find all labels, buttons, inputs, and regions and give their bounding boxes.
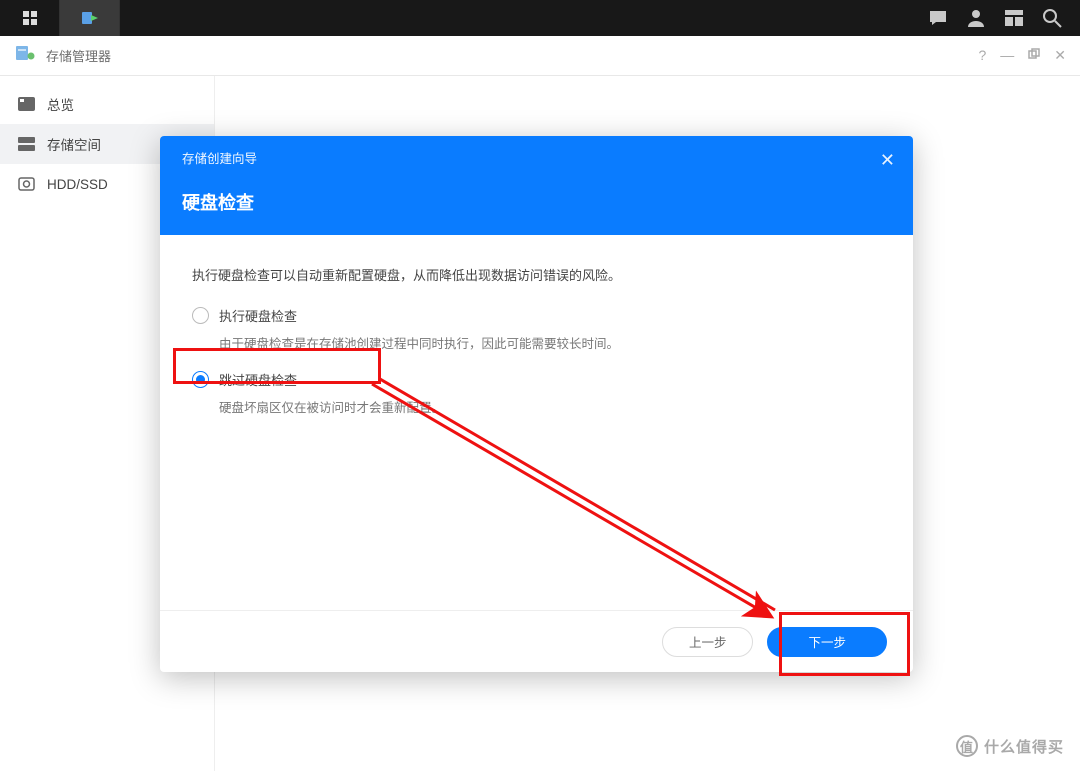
dialog-close-icon[interactable]: ✕: [880, 150, 895, 171]
storage-manager-icon: [14, 42, 36, 69]
storage-wizard-dialog: 存储创建向导 硬盘检查 ✕ 执行硬盘检查可以自动重新配置硬盘，从而降低出现数据访…: [160, 136, 913, 672]
minimize-icon[interactable]: —: [1000, 47, 1014, 64]
option-label: 执行硬盘检查: [219, 306, 297, 325]
sidebar-item-label: 存储空间: [47, 134, 101, 154]
widgets-icon[interactable]: [1004, 8, 1024, 28]
sidebar-item-label: 总览: [47, 94, 74, 114]
taskbar-left: [0, 0, 120, 36]
radio-perform-check[interactable]: [192, 307, 209, 324]
dialog-header: 存储创建向导 硬盘检查 ✕: [160, 136, 913, 235]
option-skip-check[interactable]: 跳过硬盘检查: [192, 370, 881, 389]
option-label: 跳过硬盘检查: [219, 370, 297, 389]
disk-icon: [18, 177, 35, 191]
option-perform-check-sub: 由于硬盘检查是在存储池创建过程中同时执行，因此可能需要较长时间。: [219, 333, 881, 352]
window-header: 存储管理器 ? — ✕: [0, 36, 1080, 76]
user-icon[interactable]: [966, 8, 986, 28]
taskbar-storage-manager-button[interactable]: [60, 0, 120, 36]
taskbar-apps-button[interactable]: [0, 0, 60, 36]
window-title: 存储管理器: [46, 46, 968, 65]
watermark-icon: 值: [956, 735, 978, 757]
dialog-title: 硬盘检查: [182, 189, 893, 215]
watermark-text: 什么值得买: [984, 736, 1064, 757]
window-controls: ? — ✕: [978, 47, 1066, 64]
dialog-header-text: 存储创建向导: [182, 148, 893, 167]
watermark: 值 什么值得买: [956, 735, 1064, 757]
sidebar-item-label: HDD/SSD: [47, 177, 108, 192]
help-icon[interactable]: ?: [978, 47, 986, 64]
overview-icon: [18, 97, 35, 111]
prev-button[interactable]: 上一步: [662, 627, 754, 657]
storage-icon: [18, 137, 35, 151]
dialog-footer: 上一步 下一步: [160, 610, 913, 672]
option-perform-check[interactable]: 执行硬盘检查: [192, 306, 881, 325]
next-button[interactable]: 下一步: [767, 627, 887, 657]
dialog-description: 执行硬盘检查可以自动重新配置硬盘，从而降低出现数据访问错误的风险。: [192, 265, 881, 284]
sidebar-item-overview[interactable]: 总览: [0, 84, 214, 124]
option-skip-check-sub: 硬盘坏扇区仅在被访问时才会重新配置。: [219, 397, 881, 416]
taskbar-right: [928, 0, 1080, 36]
close-icon[interactable]: ✕: [1054, 47, 1066, 64]
dialog-body: 执行硬盘检查可以自动重新配置硬盘，从而降低出现数据访问错误的风险。 执行硬盘检查…: [160, 235, 913, 610]
search-icon[interactable]: [1042, 8, 1062, 28]
maximize-icon[interactable]: [1028, 47, 1040, 64]
taskbar: [0, 0, 1080, 36]
chat-icon[interactable]: [928, 8, 948, 28]
radio-skip-check[interactable]: [192, 371, 209, 388]
